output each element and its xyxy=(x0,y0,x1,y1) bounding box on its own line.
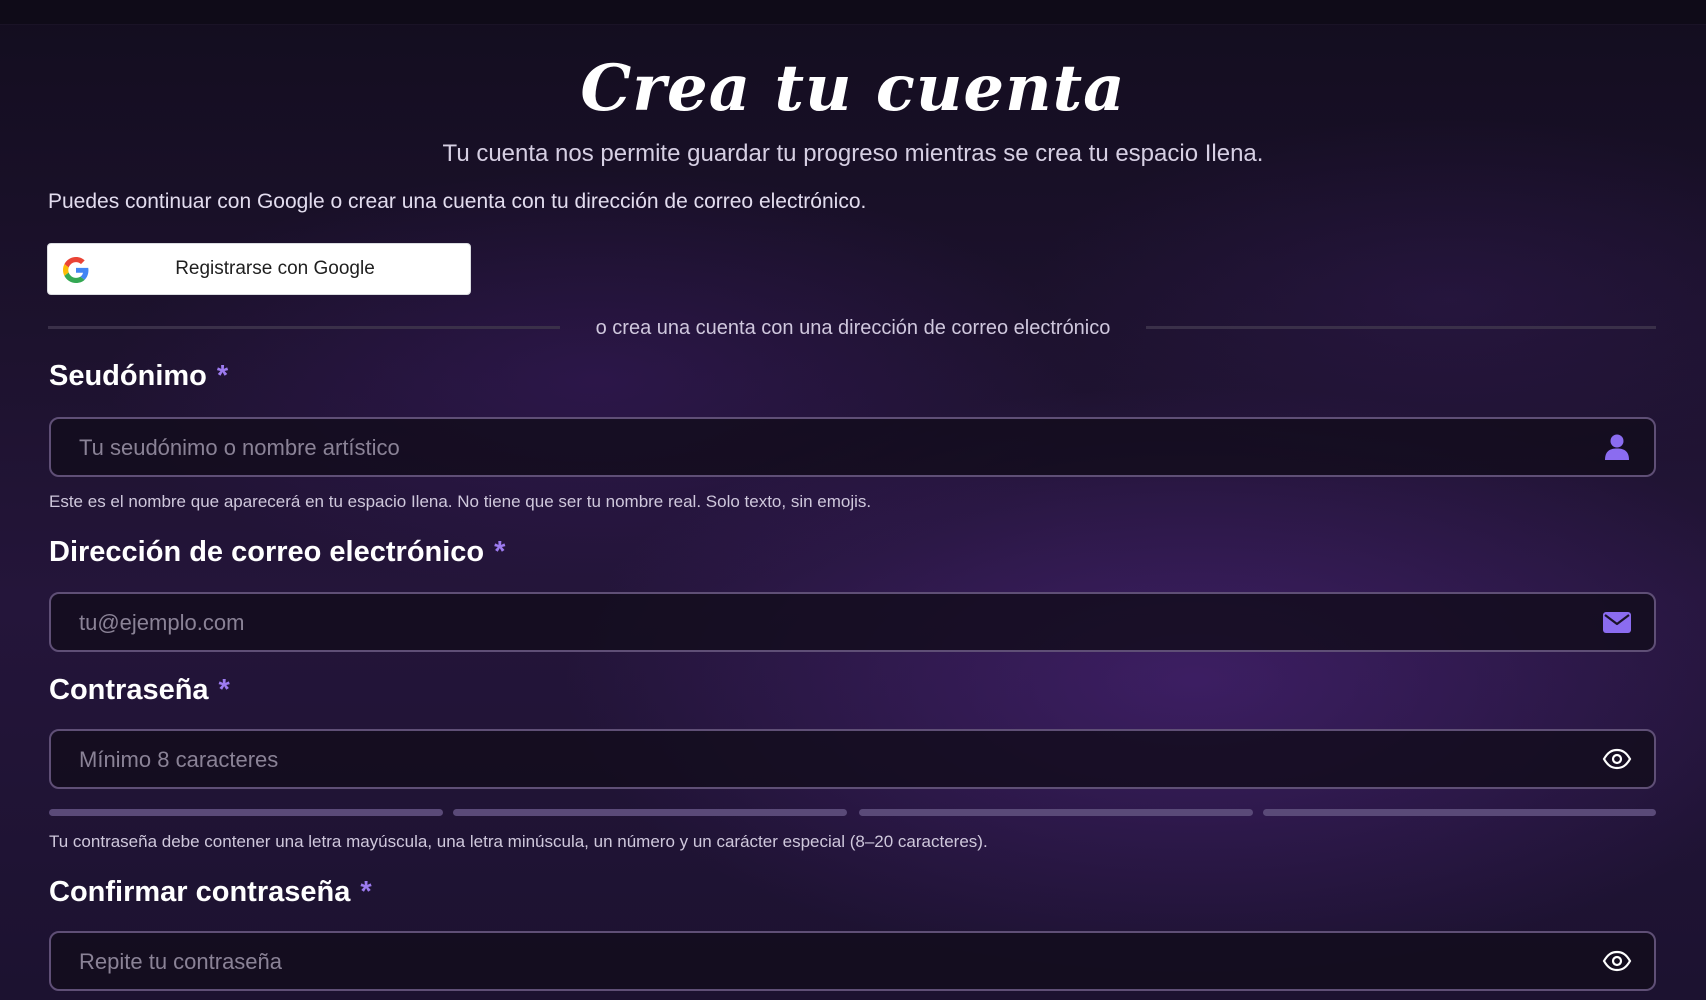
google-signup-label: Registrarse con Google xyxy=(175,258,375,279)
email-label: Dirección de correo electrónico * xyxy=(49,534,505,570)
google-signup-button[interactable]: Registrarse con Google xyxy=(47,243,471,295)
mail-icon xyxy=(1603,612,1631,633)
confirm-password-label: Confirmar contraseña * xyxy=(49,874,372,910)
password-strength-segment xyxy=(859,809,1253,816)
page-subtitle: Tu cuenta nos permite guardar tu progres… xyxy=(442,140,1264,167)
password-label: Contraseña * xyxy=(49,672,230,708)
password-field[interactable] xyxy=(49,729,1656,789)
password-input[interactable] xyxy=(77,731,1561,789)
password-strength-segment xyxy=(49,809,443,816)
required-marker: * xyxy=(216,360,229,392)
pseudonym-label: Seudónimo * xyxy=(49,358,228,394)
password-strength-segment xyxy=(1263,809,1656,816)
top-bar xyxy=(0,0,1706,25)
pseudonym-input[interactable] xyxy=(77,419,1561,477)
confirm-password-label-text: Confirmar contraseña xyxy=(49,876,351,908)
email-label-text: Dirección de correo electrónico xyxy=(49,536,485,568)
page-title: Crea tu cuenta xyxy=(580,51,1126,126)
user-icon xyxy=(1605,434,1629,460)
email-field[interactable] xyxy=(49,592,1656,652)
pseudonym-field[interactable] xyxy=(49,417,1656,477)
email-input[interactable] xyxy=(77,594,1561,652)
confirm-password-field[interactable] xyxy=(49,931,1656,991)
password-label-text: Contraseña xyxy=(49,674,209,706)
pseudonym-label-text: Seudónimo xyxy=(49,360,207,392)
pseudonym-help-text: Este es el nombre que aparecerá en tu es… xyxy=(49,492,872,511)
required-marker: * xyxy=(218,674,230,706)
eye-icon[interactable] xyxy=(1602,947,1632,975)
confirm-password-input[interactable] xyxy=(77,933,1561,991)
required-marker: * xyxy=(494,536,506,568)
password-strength-segment xyxy=(453,809,847,816)
password-help-text: Tu contraseña debe contener una letra ma… xyxy=(49,832,988,851)
eye-icon[interactable] xyxy=(1602,745,1632,773)
intro-text: Puedes continuar con Google o crear una … xyxy=(48,190,867,213)
divider-line-right xyxy=(1146,326,1656,329)
required-marker: * xyxy=(360,876,372,908)
